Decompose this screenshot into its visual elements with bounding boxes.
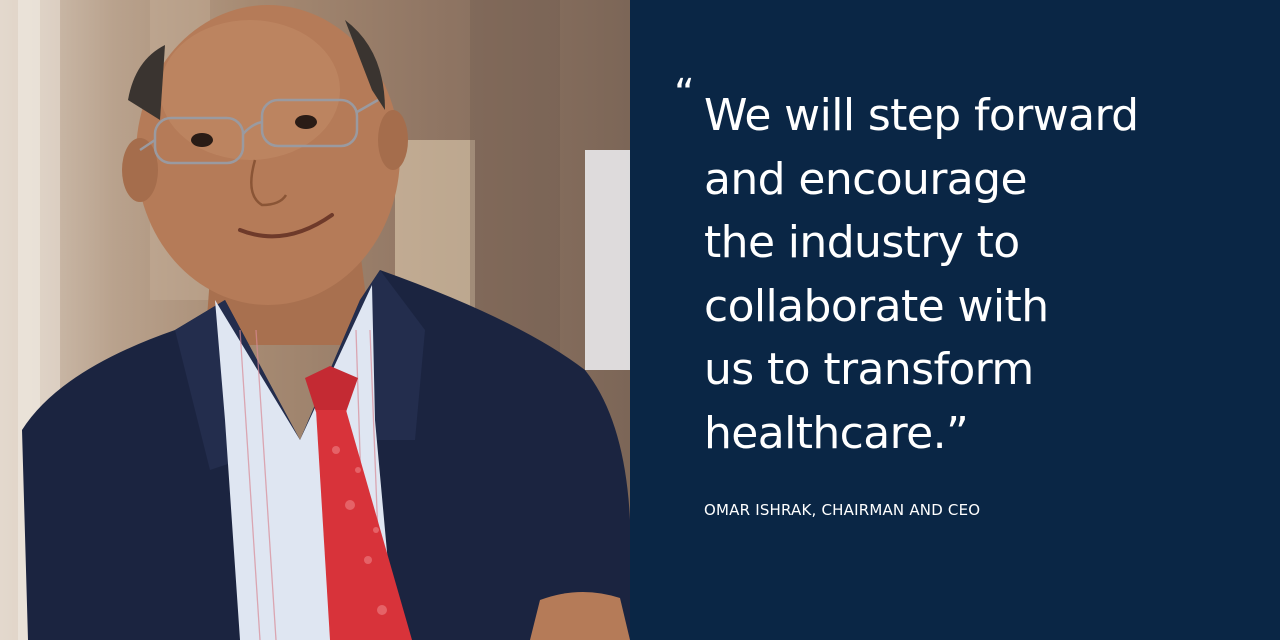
attribution: OMAR ISHRAK, CHAIRMAN AND CEO (704, 501, 981, 519)
quote-line: and encourage (704, 153, 1028, 205)
quote-line: We will step forward (704, 90, 1139, 141)
quote-line: the industry to (704, 217, 1020, 268)
quote-panel: “ We will step forward and encourage the… (630, 0, 1280, 640)
open-quote-mark: “ (674, 71, 695, 117)
quote-text: We will step forward and encourage the i… (704, 84, 1264, 465)
quote-card: “ We will step forward and encourage the… (0, 0, 1280, 640)
quote-line: healthcare.” (704, 407, 969, 459)
portrait-illustration (0, 0, 630, 640)
quote-line: us to transform (704, 344, 1034, 395)
portrait-photo (0, 0, 630, 640)
quote-line: collaborate with (704, 280, 1049, 332)
